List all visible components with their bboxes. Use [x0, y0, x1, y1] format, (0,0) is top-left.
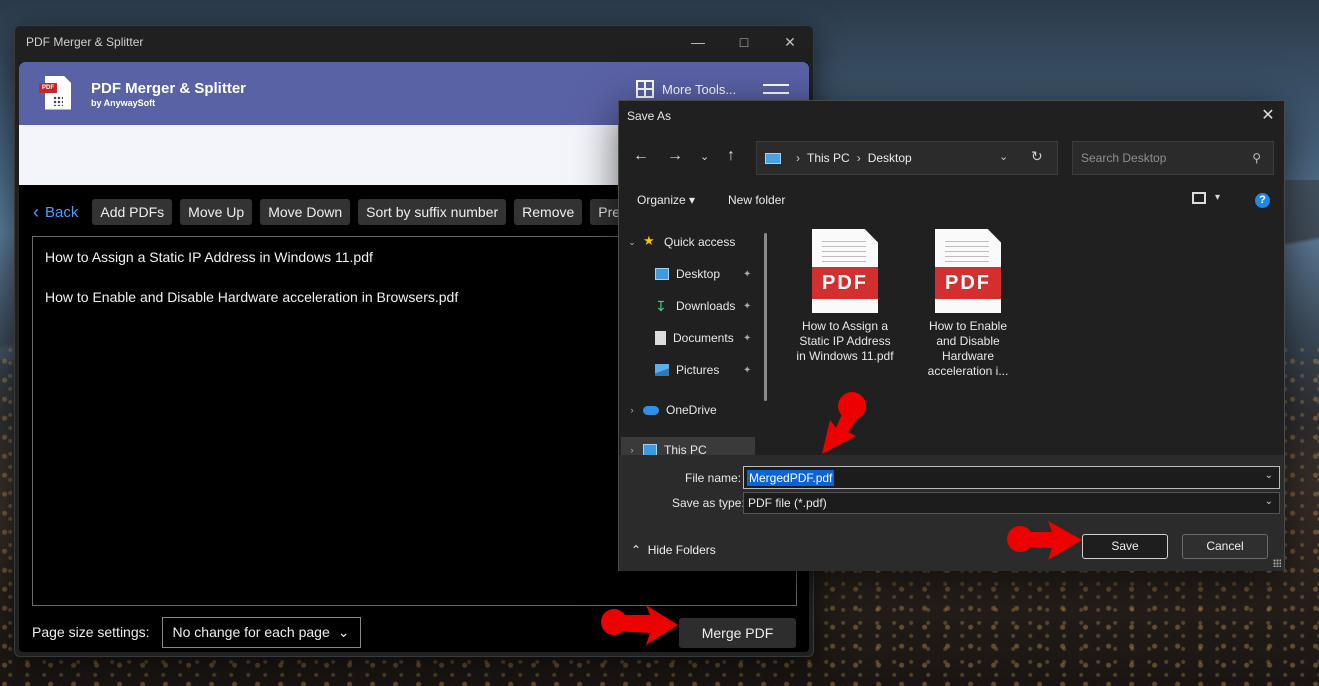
close-icon[interactable]: ✕	[1258, 105, 1278, 125]
pin-icon: ✦	[743, 268, 752, 280]
toolbar: ‹ Back Add PDFs Move Up Move Down Sort b…	[19, 194, 629, 230]
pin-icon: ✦	[743, 364, 752, 376]
breadcrumb-this-pc[interactable]: This PC	[807, 151, 850, 165]
chevron-down-icon[interactable]: ⌄	[700, 150, 709, 163]
sidebar-item-label: Quick access	[664, 235, 736, 249]
annotation-arrow-save	[1007, 521, 1082, 560]
app-titlebar: PDF Merger & Splitter — □ ✕	[15, 26, 813, 58]
chevron-right-icon: ›	[630, 405, 634, 415]
sidebar-item-pictures[interactable]: Pictures ✦	[655, 359, 751, 381]
file-name-label: How to Enable and Disable Hardware accel…	[927, 319, 1009, 378]
app-logo-icon: PDF	[39, 75, 71, 112]
navigation-row: ← → ⌄ ↑ › This PC › Desktop ⌄ ↻ Search D…	[619, 141, 1284, 175]
sidebar-item-label: Documents	[673, 331, 734, 345]
back-link[interactable]: ‹ Back	[33, 202, 78, 223]
save-type-label: Save as type:	[672, 496, 745, 510]
pin-icon: ✦	[743, 332, 752, 344]
save-button[interactable]: Save	[1082, 534, 1168, 559]
address-bar[interactable]: › This PC › Desktop ⌄ ↻	[756, 141, 1058, 175]
grid-icon	[636, 80, 654, 98]
help-icon[interactable]: ?	[1255, 193, 1270, 208]
chevron-down-icon: ⌄	[628, 236, 636, 247]
chevron-down-icon: ⌄	[337, 623, 350, 640]
page-size-select[interactable]: No change for each page ⌄	[161, 616, 361, 648]
arrow-right-icon[interactable]: →	[667, 147, 683, 165]
minimize-icon[interactable]: —	[675, 26, 721, 58]
chevron-left-icon: ‹	[33, 201, 39, 222]
arrow-left-icon[interactable]: ←	[633, 147, 649, 165]
picture-icon	[655, 364, 669, 376]
more-tools-button[interactable]: More Tools...	[636, 80, 736, 98]
desktop-icon	[655, 268, 669, 280]
refresh-icon[interactable]: ↻	[1031, 148, 1043, 165]
nav-scrollbar[interactable]	[764, 233, 767, 401]
remove-button[interactable]: Remove	[514, 199, 583, 225]
sidebar-item-downloads[interactable]: ↧ Downloads ✦	[655, 295, 751, 317]
hide-folders-button[interactable]: ⌃ Hide Folders	[631, 543, 716, 557]
page-size-label: Page size settings:	[32, 624, 150, 640]
bottom-bar: Page size settings: No change for each p…	[32, 616, 797, 648]
star-icon: ★	[643, 233, 655, 248]
file-tile[interactable]: PDF How to Assign a Static IP Address in…	[795, 229, 895, 364]
sidebar-item-quick-access[interactable]: ⌄ ★ Quick access	[627, 231, 735, 253]
brand-title: PDF Merger & Splitter	[91, 79, 247, 97]
sidebar-item-label: Pictures	[676, 363, 720, 377]
merge-pdf-button[interactable]: Merge PDF	[679, 618, 796, 648]
file-tile[interactable]: PDF How to Enable and Disable Hardware a…	[918, 229, 1018, 379]
back-label: Back	[45, 203, 79, 221]
save-type-select[interactable]: PDF file (*.pdf) ⌄	[743, 492, 1280, 514]
search-input[interactable]: Search Desktop ⚲	[1072, 141, 1274, 175]
sidebar-item-label: Downloads	[676, 299, 736, 313]
pdf-file-icon: PDF	[935, 229, 1001, 313]
search-icon: ⚲	[1252, 151, 1261, 165]
move-down-button[interactable]: Move Down	[260, 199, 351, 225]
annotation-arrow-merge	[601, 605, 678, 645]
view-icon[interactable]	[1192, 192, 1206, 204]
dialog-title: Save As	[627, 109, 672, 123]
chevron-down-icon: ⌄	[1264, 496, 1273, 507]
sidebar-item-label: Desktop	[676, 267, 721, 281]
computer-icon	[765, 152, 781, 164]
search-placeholder: Search Desktop	[1081, 151, 1167, 165]
download-icon: ↧	[655, 298, 667, 314]
file-name-input[interactable]: MergedPDF.pdf ⌄	[743, 466, 1280, 489]
save-type-value: PDF file (*.pdf)	[748, 496, 827, 510]
page-size-value: No change for each page	[172, 624, 330, 640]
file-name-value: MergedPDF.pdf	[747, 469, 835, 486]
file-name-label: How to Assign a Static IP Address in Win…	[796, 319, 894, 363]
chevron-down-icon[interactable]: ⌄	[1265, 470, 1273, 481]
command-bar: Organize ▾ New folder ▾	[619, 189, 1284, 213]
document-icon	[655, 331, 666, 345]
save-as-dialog: Save As ✕ ← → ⌄ ↑ › This PC › Desktop ⌄ …	[618, 100, 1285, 571]
new-folder-button[interactable]: New folder	[728, 193, 785, 207]
sidebar-item-onedrive[interactable]: › OneDrive	[627, 399, 717, 421]
sidebar-item-label: OneDrive	[666, 403, 717, 417]
organize-button[interactable]: Organize ▾	[637, 193, 695, 207]
close-icon[interactable]: ✕	[767, 26, 813, 58]
pdf-file-icon: PDF	[812, 229, 878, 313]
sort-suffix-button[interactable]: Sort by suffix number	[358, 199, 507, 225]
sidebar-item-desktop[interactable]: Desktop ✦	[655, 263, 751, 285]
sidebar-item-documents[interactable]: Documents ✦	[655, 327, 751, 349]
arrow-up-icon[interactable]: ↑	[727, 147, 735, 165]
more-tools-label: More Tools...	[662, 81, 737, 97]
cloud-icon	[643, 405, 659, 415]
chevron-down-icon[interactable]: ⌄	[999, 150, 1008, 163]
chevron-right-icon: ›	[630, 445, 634, 455]
breadcrumb-desktop[interactable]: Desktop	[868, 151, 912, 165]
resize-grip-icon[interactable]	[1273, 559, 1281, 567]
add-pdfs-button[interactable]: Add PDFs	[92, 199, 173, 225]
pin-icon: ✦	[743, 300, 752, 312]
save-panel: File name: MergedPDF.pdf ⌄ Save as type:…	[619, 455, 1284, 571]
cancel-button[interactable]: Cancel	[1182, 534, 1268, 559]
brand-subtitle: by AnywaySoft	[91, 97, 156, 108]
maximize-icon[interactable]: □	[721, 26, 767, 58]
annotation-arrow-filename	[822, 392, 866, 454]
chevron-down-icon[interactable]: ▾	[1215, 192, 1220, 203]
move-up-button[interactable]: Move Up	[180, 199, 253, 225]
file-name-field-label: File name:	[685, 471, 742, 485]
window-title: PDF Merger & Splitter	[26, 35, 144, 49]
